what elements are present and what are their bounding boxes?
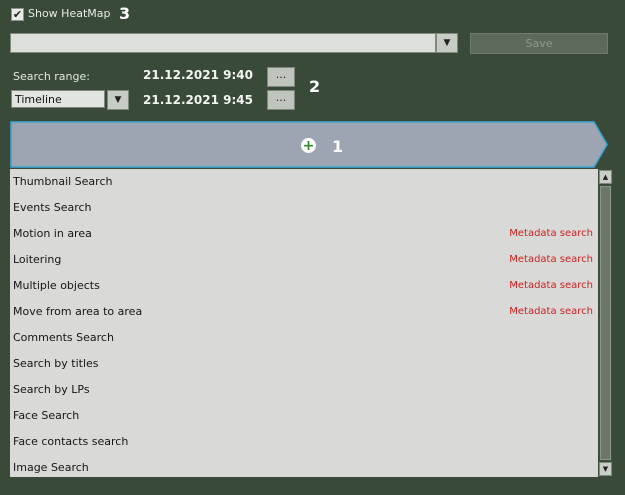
scroll-down-icon[interactable]: ▼ bbox=[599, 462, 612, 476]
list-item-label: Comments Search bbox=[13, 331, 114, 344]
range-from-picker-button[interactable]: ... bbox=[267, 67, 295, 87]
list-item[interactable]: Multiple objects Metadata search bbox=[10, 273, 598, 299]
save-button[interactable]: Save bbox=[470, 33, 608, 54]
list-item[interactable]: Move from area to area Metadata search bbox=[10, 299, 598, 325]
metadata-tag: Metadata search bbox=[509, 280, 593, 291]
list-item[interactable]: Thumbnail Search bbox=[10, 169, 598, 195]
timeline-select[interactable]: Timeline bbox=[11, 90, 105, 108]
search-type-combo[interactable] bbox=[10, 33, 436, 53]
search-range-label: Search range: bbox=[13, 70, 90, 83]
list-item[interactable]: Search by LPs bbox=[10, 377, 598, 403]
show-heatmap-checkbox[interactable]: ✔ bbox=[11, 8, 24, 21]
metadata-tag: Metadata search bbox=[509, 254, 593, 265]
list-item-label: Search by titles bbox=[13, 357, 99, 370]
scroll-thumb[interactable] bbox=[600, 186, 611, 460]
list-item-label: Thumbnail Search bbox=[13, 175, 113, 188]
callout-3: 3 bbox=[119, 4, 131, 23]
list-item-label: Face Search bbox=[13, 409, 80, 422]
search-type-list: Thumbnail Search Events Search Motion in… bbox=[10, 169, 598, 477]
list-item-label: Motion in area bbox=[13, 227, 92, 240]
metadata-tag: Metadata search bbox=[509, 228, 593, 239]
list-item-label: Face contacts search bbox=[13, 435, 129, 448]
range-to-date: 21.12.2021 9:45 bbox=[143, 93, 253, 107]
range-from-date: 21.12.2021 9:40 bbox=[143, 68, 253, 82]
list-item[interactable]: Events Search bbox=[10, 195, 598, 221]
list-scrollbar[interactable]: ▲ ▼ bbox=[598, 169, 613, 477]
callout-2: 2 bbox=[309, 77, 321, 96]
list-item[interactable]: Motion in area Metadata search bbox=[10, 221, 598, 247]
show-heatmap-label[interactable]: Show HeatMap bbox=[28, 7, 110, 20]
list-item[interactable]: Face contacts search bbox=[10, 429, 598, 455]
list-item-label: Search by LPs bbox=[13, 383, 90, 396]
list-item[interactable]: Loitering Metadata search bbox=[10, 247, 598, 273]
plus-icon[interactable]: + bbox=[301, 138, 316, 153]
range-to-picker-button[interactable]: ... bbox=[267, 90, 295, 110]
scroll-up-icon[interactable]: ▲ bbox=[599, 170, 612, 184]
list-item-label: Multiple objects bbox=[13, 279, 100, 292]
list-item[interactable]: Search by titles bbox=[10, 351, 598, 377]
chevron-down-icon: ▼ bbox=[443, 38, 451, 48]
chevron-down-icon: ▼ bbox=[114, 95, 122, 105]
list-item[interactable]: Image Search bbox=[10, 455, 598, 477]
list-item-label: Loitering bbox=[13, 253, 62, 266]
metadata-tag: Metadata search bbox=[509, 306, 593, 317]
list-item-label: Events Search bbox=[13, 201, 92, 214]
list-item-label: Image Search bbox=[13, 461, 89, 474]
list-item[interactable]: Face Search bbox=[10, 403, 598, 429]
callout-1: 1 bbox=[332, 137, 344, 156]
combo-dropdown-button[interactable]: ▼ bbox=[436, 33, 458, 53]
timeline-dropdown-button[interactable]: ▼ bbox=[107, 90, 129, 110]
list-item-label: Move from area to area bbox=[13, 305, 143, 318]
list-item[interactable]: Comments Search bbox=[10, 325, 598, 351]
